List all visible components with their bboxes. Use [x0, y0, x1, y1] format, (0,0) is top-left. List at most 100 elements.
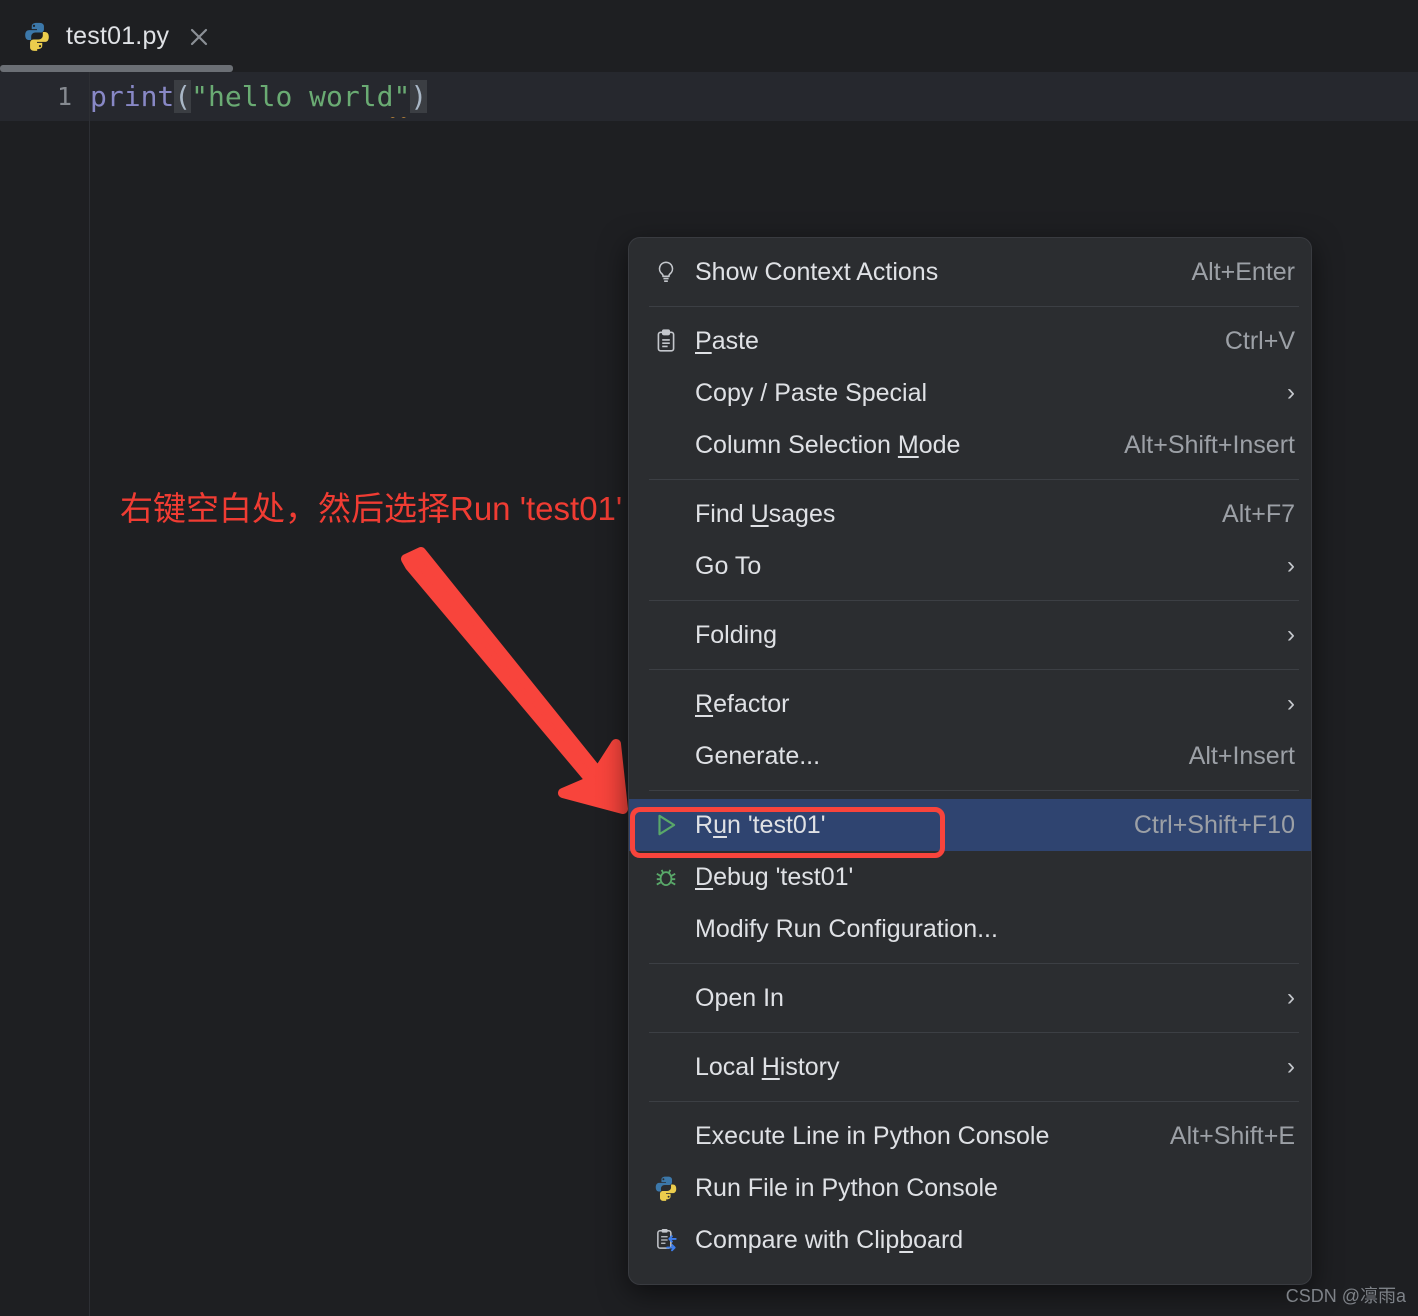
menu-item-debug-test01[interactable]: Debug 'test01' — [629, 851, 1311, 903]
code-line-1[interactable]: print("hello world") — [90, 72, 428, 121]
chevron-right-icon: › — [1287, 1053, 1295, 1080]
menu-separator — [649, 600, 1299, 601]
python-icon — [649, 1171, 683, 1205]
menu-item-label: Show Context Actions — [695, 257, 939, 286]
menu-item-label: Generate... — [695, 741, 821, 770]
menu-item-label: Paste — [695, 327, 1207, 356]
pycharm-editor-window: test01.py 1 print("hello world") 右键空白处，然… — [0, 0, 1418, 1316]
menu-item-run-test01[interactable]: Run 'test01' Ctrl+Shift+F10 — [629, 799, 1311, 851]
menu-item-label: Refactor — [695, 690, 1269, 719]
menu-item-label-rest: efactor — [713, 689, 790, 718]
menu-item-label: Folding — [695, 620, 777, 649]
menu-item-label: Execute Line in Python Console — [695, 1121, 1050, 1150]
menu-item-execute-line-in-python-console[interactable]: Execute Line in Python Console Alt+Shift… — [629, 1110, 1311, 1162]
menu-item-label-pre: Find — [695, 499, 751, 528]
menu-item-shortcut: Ctrl+V — [1224, 326, 1295, 355]
no-icon-spacer — [649, 687, 683, 721]
compare-clipboard-icon — [649, 1223, 683, 1257]
no-icon-spacer — [649, 981, 683, 1015]
menu-separator — [649, 1032, 1299, 1033]
mnemonic-letter: b — [899, 1225, 914, 1254]
menu-item-paste[interactable]: Paste Ctrl+V — [629, 315, 1311, 367]
menu-separator — [649, 306, 1299, 307]
menu-item-label-rest: sages — [768, 499, 836, 528]
editor-tab-test01[interactable]: test01.py — [0, 0, 233, 72]
menu-item-open-in[interactable]: Open In › — [629, 972, 1311, 1024]
no-icon-spacer — [649, 1050, 683, 1084]
mnemonic-letter: U — [750, 499, 769, 528]
watermark: CSDN @凛雨a — [1285, 1286, 1406, 1306]
menu-item-column-selection-mode[interactable]: Column Selection Mode Alt+Shift+Insert — [629, 419, 1311, 471]
python-file-icon — [22, 21, 52, 51]
menu-item-label: Find Usages — [695, 500, 1204, 529]
code-token-string: "hello world" — [191, 80, 411, 113]
menu-item-show-context-actions[interactable]: Show Context Actions Alt+Enter — [629, 246, 1311, 298]
mnemonic-letter: M — [897, 430, 919, 459]
clipboard-paste-icon — [649, 324, 683, 358]
chevron-right-icon: › — [1287, 552, 1295, 579]
menu-item-shortcut: Alt+Enter — [1191, 257, 1295, 286]
menu-item-label-rest: n 'test01' — [726, 810, 826, 839]
menu-item-label-pre: Column Selection — [695, 430, 898, 459]
menu-separator — [649, 1101, 1299, 1102]
mnemonic-letter: H — [761, 1052, 780, 1081]
close-icon[interactable] — [186, 24, 212, 50]
active-tab-indicator — [0, 65, 233, 72]
menu-item-shortcut: Alt+Shift+E — [1169, 1121, 1295, 1150]
no-icon-spacer — [649, 618, 683, 652]
menu-item-run-file-in-python-console[interactable]: Run File in Python Console — [629, 1162, 1311, 1214]
menu-item-label-rest: oard — [913, 1225, 964, 1254]
menu-item-label-rest: istory — [779, 1052, 840, 1081]
lightbulb-icon — [649, 255, 683, 289]
menu-item-label: Modify Run Configuration... — [695, 914, 998, 943]
code-token-close-paren: ) — [410, 80, 428, 113]
menu-item-label: Run 'test01' — [695, 811, 1116, 840]
editor-context-menu[interactable]: Show Context Actions Alt+Enter Paste Ctr… — [628, 237, 1312, 1285]
menu-separator — [649, 963, 1299, 964]
menu-item-generate[interactable]: Generate... Alt+Insert — [629, 730, 1311, 782]
menu-item-label: Go To — [695, 551, 762, 580]
menu-item-shortcut: Ctrl+Shift+F10 — [1133, 810, 1295, 839]
error-squiggle-icon — [390, 110, 412, 118]
annotation-arrow-icon — [380, 540, 660, 840]
menu-item-label: Copy / Paste Special — [695, 378, 928, 407]
menu-item-label-pre: Local — [695, 1052, 762, 1081]
menu-item-shortcut: Alt+F7 — [1222, 499, 1295, 528]
annotation-text: 右键空白处，然后选择Run 'test01' — [120, 490, 623, 527]
line-number-1: 1 — [56, 82, 72, 111]
menu-item-shortcut: Alt+Shift+Insert — [1124, 430, 1295, 459]
menu-item-copy-paste-special[interactable]: Copy / Paste Special › — [629, 367, 1311, 419]
menu-item-local-history[interactable]: Local History › — [629, 1041, 1311, 1093]
menu-item-folding[interactable]: Folding › — [629, 609, 1311, 661]
menu-item-label-rest: ebug 'test01' — [713, 862, 854, 891]
no-icon-spacer — [649, 428, 683, 462]
mnemonic-letter: R — [695, 689, 714, 718]
menu-item-compare-with-clipboard[interactable]: Compare with Clipboard — [629, 1214, 1311, 1266]
code-token-function: print — [90, 80, 175, 113]
no-icon-spacer — [649, 1119, 683, 1153]
menu-item-label: Run File in Python Console — [695, 1173, 998, 1202]
menu-item-label-pre: R — [695, 810, 714, 839]
no-icon-spacer — [649, 497, 683, 531]
code-token-open-paren: ( — [174, 80, 192, 113]
menu-item-label: Local History — [695, 1053, 1269, 1082]
menu-item-go-to[interactable]: Go To › — [629, 540, 1311, 592]
menu-item-label: Column Selection Mode — [695, 431, 1106, 460]
menu-item-refactor[interactable]: Refactor › — [629, 678, 1311, 730]
menu-separator — [649, 479, 1299, 480]
chevron-right-icon: › — [1287, 379, 1295, 406]
menu-separator — [649, 669, 1299, 670]
chevron-right-icon: › — [1287, 621, 1295, 648]
mnemonic-letter: u — [713, 810, 727, 839]
editor-tab-title: test01.py — [66, 21, 170, 50]
menu-separator — [649, 790, 1299, 791]
run-play-icon — [649, 808, 683, 842]
menu-item-label-rest: ode — [918, 430, 961, 459]
menu-item-label: Compare with Clipboard — [695, 1226, 1295, 1255]
menu-item-find-usages[interactable]: Find Usages Alt+F7 — [629, 488, 1311, 540]
menu-item-modify-run-configuration[interactable]: Modify Run Configuration... — [629, 903, 1311, 955]
menu-item-label: Debug 'test01' — [695, 863, 1295, 892]
mnemonic-letter: D — [695, 862, 714, 891]
menu-item-label-pre: Compare with Clip — [695, 1225, 900, 1254]
menu-item-label-rest: aste — [711, 326, 759, 355]
